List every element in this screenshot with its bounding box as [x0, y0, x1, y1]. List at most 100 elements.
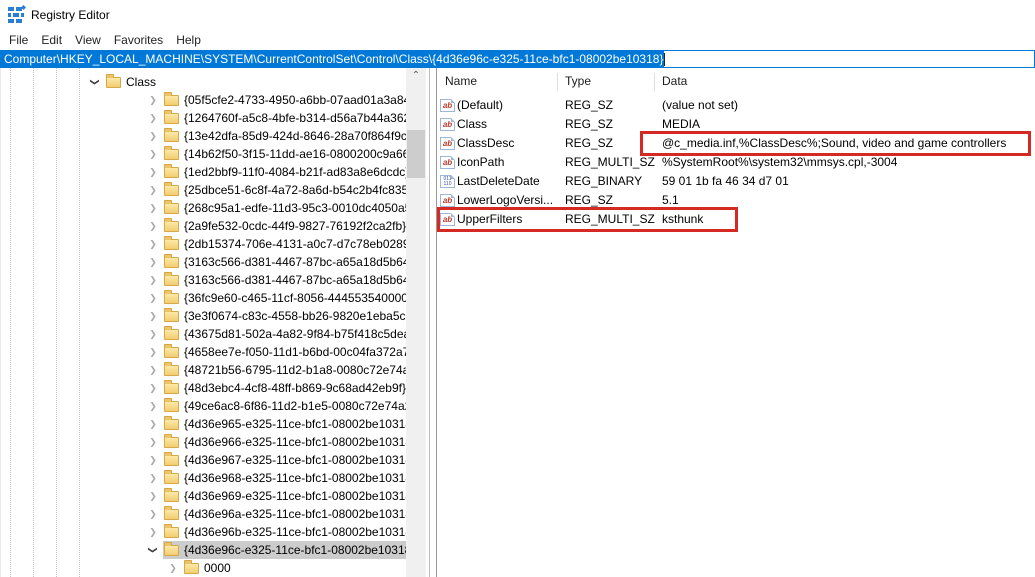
expand-chevron-icon[interactable]: ❯: [147, 325, 159, 343]
main-area: ❯Class❯{05f5cfe2-4733-4950-a6bb-07aad01a…: [0, 68, 1035, 577]
column-header-data[interactable]: Data: [662, 72, 687, 92]
tree-scrollbar[interactable]: ⌃: [406, 68, 426, 577]
tree-node-label: {48721b56-6795-11d2-b1a8-0080c72e74a2}: [184, 361, 420, 379]
tree-node-4d36e969[interactable]: ❯{4d36e969-e325-11ce-bfc1-08002be10318}: [1, 487, 406, 505]
expand-chevron-icon[interactable]: ❯: [147, 145, 159, 163]
tree-node-05f5cfe2[interactable]: ❯{05f5cfe2-4733-4950-a6bb-07aad01a3a84}: [1, 91, 406, 109]
address-bar[interactable]: Computer\HKEY_LOCAL_MACHINE\SYSTEM\Curre…: [0, 50, 1035, 68]
pane-splitter[interactable]: [429, 68, 437, 577]
tree-node-0000[interactable]: ❯0000: [1, 559, 406, 577]
expand-chevron-icon[interactable]: ❯: [147, 109, 159, 127]
table-row-lastdeletedate[interactable]: 011110LastDeleteDateREG_BINARY59 01 1b f…: [437, 172, 1035, 191]
registry-editor-icon: [8, 7, 25, 23]
tree-node-2a9fe532[interactable]: ❯{2a9fe532-0cdc-44f9-9827-76192f2ca2fb}: [1, 217, 406, 235]
column-header-name[interactable]: Name: [445, 72, 477, 92]
table-row-upperfilters[interactable]: abUpperFiltersREG_MULTI_SZksthunk: [437, 210, 1035, 229]
table-row-default[interactable]: ab(Default)REG_SZ(value not set): [437, 96, 1035, 115]
table-row-classdesc[interactable]: abClassDescREG_SZ@c_media.inf,%ClassDesc…: [437, 134, 1035, 153]
tree-node-48d3ebc4[interactable]: ❯{48d3ebc4-4cf8-48ff-b869-9c68ad42eb9f}: [1, 379, 406, 397]
string-value-icon: ab: [440, 99, 455, 112]
expand-chevron-icon[interactable]: ❯: [147, 253, 159, 271]
folder-icon: [164, 275, 179, 286]
expand-chevron-icon[interactable]: ❯: [147, 379, 159, 397]
menu-item-edit[interactable]: Edit: [41, 30, 62, 47]
value-type: REG_SZ: [565, 96, 613, 115]
scrollbar-thumb[interactable]: [407, 130, 425, 178]
expand-chevron-icon[interactable]: ❯: [147, 505, 159, 523]
column-separator[interactable]: [557, 73, 558, 91]
tree-node-43675d81[interactable]: ❯{43675d81-502a-4a82-9f84-b75f418c5dea}: [1, 325, 406, 343]
tree-node-4d36e96a[interactable]: ❯{4d36e96a-e325-11ce-bfc1-08002be10318}: [1, 505, 406, 523]
tree-node-3163c566[interactable]: ❯{3163c566-d381-4467-87bc-a65a18d5b648}: [1, 253, 406, 271]
menu-item-favorites[interactable]: Favorites: [114, 30, 163, 47]
collapse-chevron-icon[interactable]: ❯: [86, 76, 104, 88]
tree-node-label: Class: [126, 73, 156, 91]
menu-item-view[interactable]: View: [75, 30, 101, 47]
registry-tree-pane[interactable]: ❯Class❯{05f5cfe2-4733-4950-a6bb-07aad01a…: [0, 68, 429, 577]
tree-node-2db15374[interactable]: ❯{2db15374-706e-4131-a0c7-d7c78eb0289a}: [1, 235, 406, 253]
expand-chevron-icon[interactable]: ❯: [147, 361, 159, 379]
expand-chevron-icon[interactable]: ❯: [147, 307, 159, 325]
tree-node-label: {13e42dfa-85d9-424d-8646-28a70f864f9c}: [184, 127, 411, 145]
value-type: REG_MULTI_SZ: [565, 153, 655, 172]
collapse-chevron-icon[interactable]: ❯: [144, 544, 162, 556]
tree-node-label: {4d36e967-e325-11ce-bfc1-08002be10318}: [184, 451, 416, 469]
table-row-iconpath[interactable]: abIconPathREG_MULTI_SZ%SystemRoot%\syste…: [437, 153, 1035, 172]
expand-chevron-icon[interactable]: ❯: [167, 559, 179, 577]
tree-node-268c95a1[interactable]: ❯{268c95a1-edfe-11d3-95c3-0010dc4050a5}: [1, 199, 406, 217]
expand-chevron-icon[interactable]: ❯: [147, 91, 159, 109]
expand-chevron-icon[interactable]: ❯: [147, 397, 159, 415]
expand-chevron-icon[interactable]: ❯: [147, 433, 159, 451]
tree-node-1264760f[interactable]: ❯{1264760f-a5c8-4bfe-b314-d56a7b44a362}: [1, 109, 406, 127]
expand-chevron-icon[interactable]: ❯: [147, 199, 159, 217]
tree-node-36fc9e60[interactable]: ❯{36fc9e60-c465-11cf-8056-444553540000}: [1, 289, 406, 307]
tree-node-label: {4d36e968-e325-11ce-bfc1-08002be10318}: [184, 469, 416, 487]
tree-node-3e3f0674[interactable]: ❯{3e3f0674-c83c-4558-bb26-9820e1eba5c5}: [1, 307, 406, 325]
expand-chevron-icon[interactable]: ❯: [147, 127, 159, 145]
expand-chevron-icon[interactable]: ❯: [147, 523, 159, 541]
expand-chevron-icon[interactable]: ❯: [147, 487, 159, 505]
tree-node-1ed2bbf9[interactable]: ❯{1ed2bbf9-11f0-4084-b21f-ad83a8e6dcdc}: [1, 163, 406, 181]
expand-chevron-icon[interactable]: ❯: [147, 217, 159, 235]
tree-node-label: {268c95a1-edfe-11d3-95c3-0010dc4050a5}: [184, 199, 415, 217]
expand-chevron-icon[interactable]: ❯: [147, 469, 159, 487]
tree-node-4d36e96c[interactable]: ❯{4d36e96c-e325-11ce-bfc1-08002be10318}: [1, 541, 406, 559]
folder-icon: [164, 329, 179, 340]
tree-node-4d36e966[interactable]: ❯{4d36e966-e325-11ce-bfc1-08002be10318}: [1, 433, 406, 451]
table-row-class[interactable]: abClassREG_SZMEDIA: [437, 115, 1035, 134]
folder-icon: [164, 509, 179, 520]
tree-node-label: {4d36e96a-e325-11ce-bfc1-08002be10318}: [184, 505, 416, 523]
expand-chevron-icon[interactable]: ❯: [147, 343, 159, 361]
column-separator[interactable]: [654, 73, 655, 91]
tree-node-4d36e96b[interactable]: ❯{4d36e96b-e325-11ce-bfc1-08002be10318}: [1, 523, 406, 541]
folder-icon: [164, 491, 179, 502]
expand-chevron-icon[interactable]: ❯: [147, 271, 159, 289]
menu-item-file[interactable]: File: [9, 30, 28, 47]
tree-node-label: {2db15374-706e-4131-a0c7-d7c78eb0289a}: [184, 235, 420, 253]
expand-chevron-icon[interactable]: ❯: [147, 289, 159, 307]
expand-chevron-icon[interactable]: ❯: [147, 235, 159, 253]
tree-node-class[interactable]: ❯ Class: [1, 73, 406, 91]
tree-node-4d36e965[interactable]: ❯{4d36e965-e325-11ce-bfc1-08002be10318}: [1, 415, 406, 433]
tree-node-4d36e967[interactable]: ❯{4d36e967-e325-11ce-bfc1-08002be10318}: [1, 451, 406, 469]
string-value-icon: ab: [440, 137, 455, 150]
tree-node-49ce6ac8[interactable]: ❯{49ce6ac8-6f86-11d2-b1e5-0080c72e74a2}: [1, 397, 406, 415]
tree-node-25dbce51[interactable]: ❯{25dbce51-6c8f-4a72-8a6d-b54c2b4fc835}: [1, 181, 406, 199]
expand-chevron-icon[interactable]: ❯: [147, 451, 159, 469]
table-row-lowerlogoversi[interactable]: abLowerLogoVersi...REG_SZ5.1: [437, 191, 1035, 210]
scroll-up-icon[interactable]: ⌃: [406, 68, 426, 85]
expand-chevron-icon[interactable]: ❯: [147, 163, 159, 181]
tree-node-3163c566[interactable]: ❯{3163c566-d381-4467-87bc-a65a18d5b649}: [1, 271, 406, 289]
tree-node-4658ee7e[interactable]: ❯{4658ee7e-f050-11d1-b6bd-00c04fa372a7}: [1, 343, 406, 361]
tree-node-48721b56[interactable]: ❯{48721b56-6795-11d2-b1a8-0080c72e74a2}: [1, 361, 406, 379]
expand-chevron-icon[interactable]: ❯: [147, 415, 159, 433]
column-header-type[interactable]: Type: [565, 72, 591, 92]
value-data: 5.1: [662, 191, 679, 210]
tree-node-14b62f50[interactable]: ❯{14b62f50-3f15-11dd-ae16-0800200c9a66}: [1, 145, 406, 163]
tree-node-4d36e968[interactable]: ❯{4d36e968-e325-11ce-bfc1-08002be10318}: [1, 469, 406, 487]
registry-editor-window: Registry Editor FileEditViewFavoritesHel…: [0, 0, 1035, 577]
menu-item-help[interactable]: Help: [176, 30, 201, 47]
expand-chevron-icon[interactable]: ❯: [147, 181, 159, 199]
tree-node-13e42dfa[interactable]: ❯{13e42dfa-85d9-424d-8646-28a70f864f9c}: [1, 127, 406, 145]
value-data: MEDIA: [662, 115, 700, 134]
